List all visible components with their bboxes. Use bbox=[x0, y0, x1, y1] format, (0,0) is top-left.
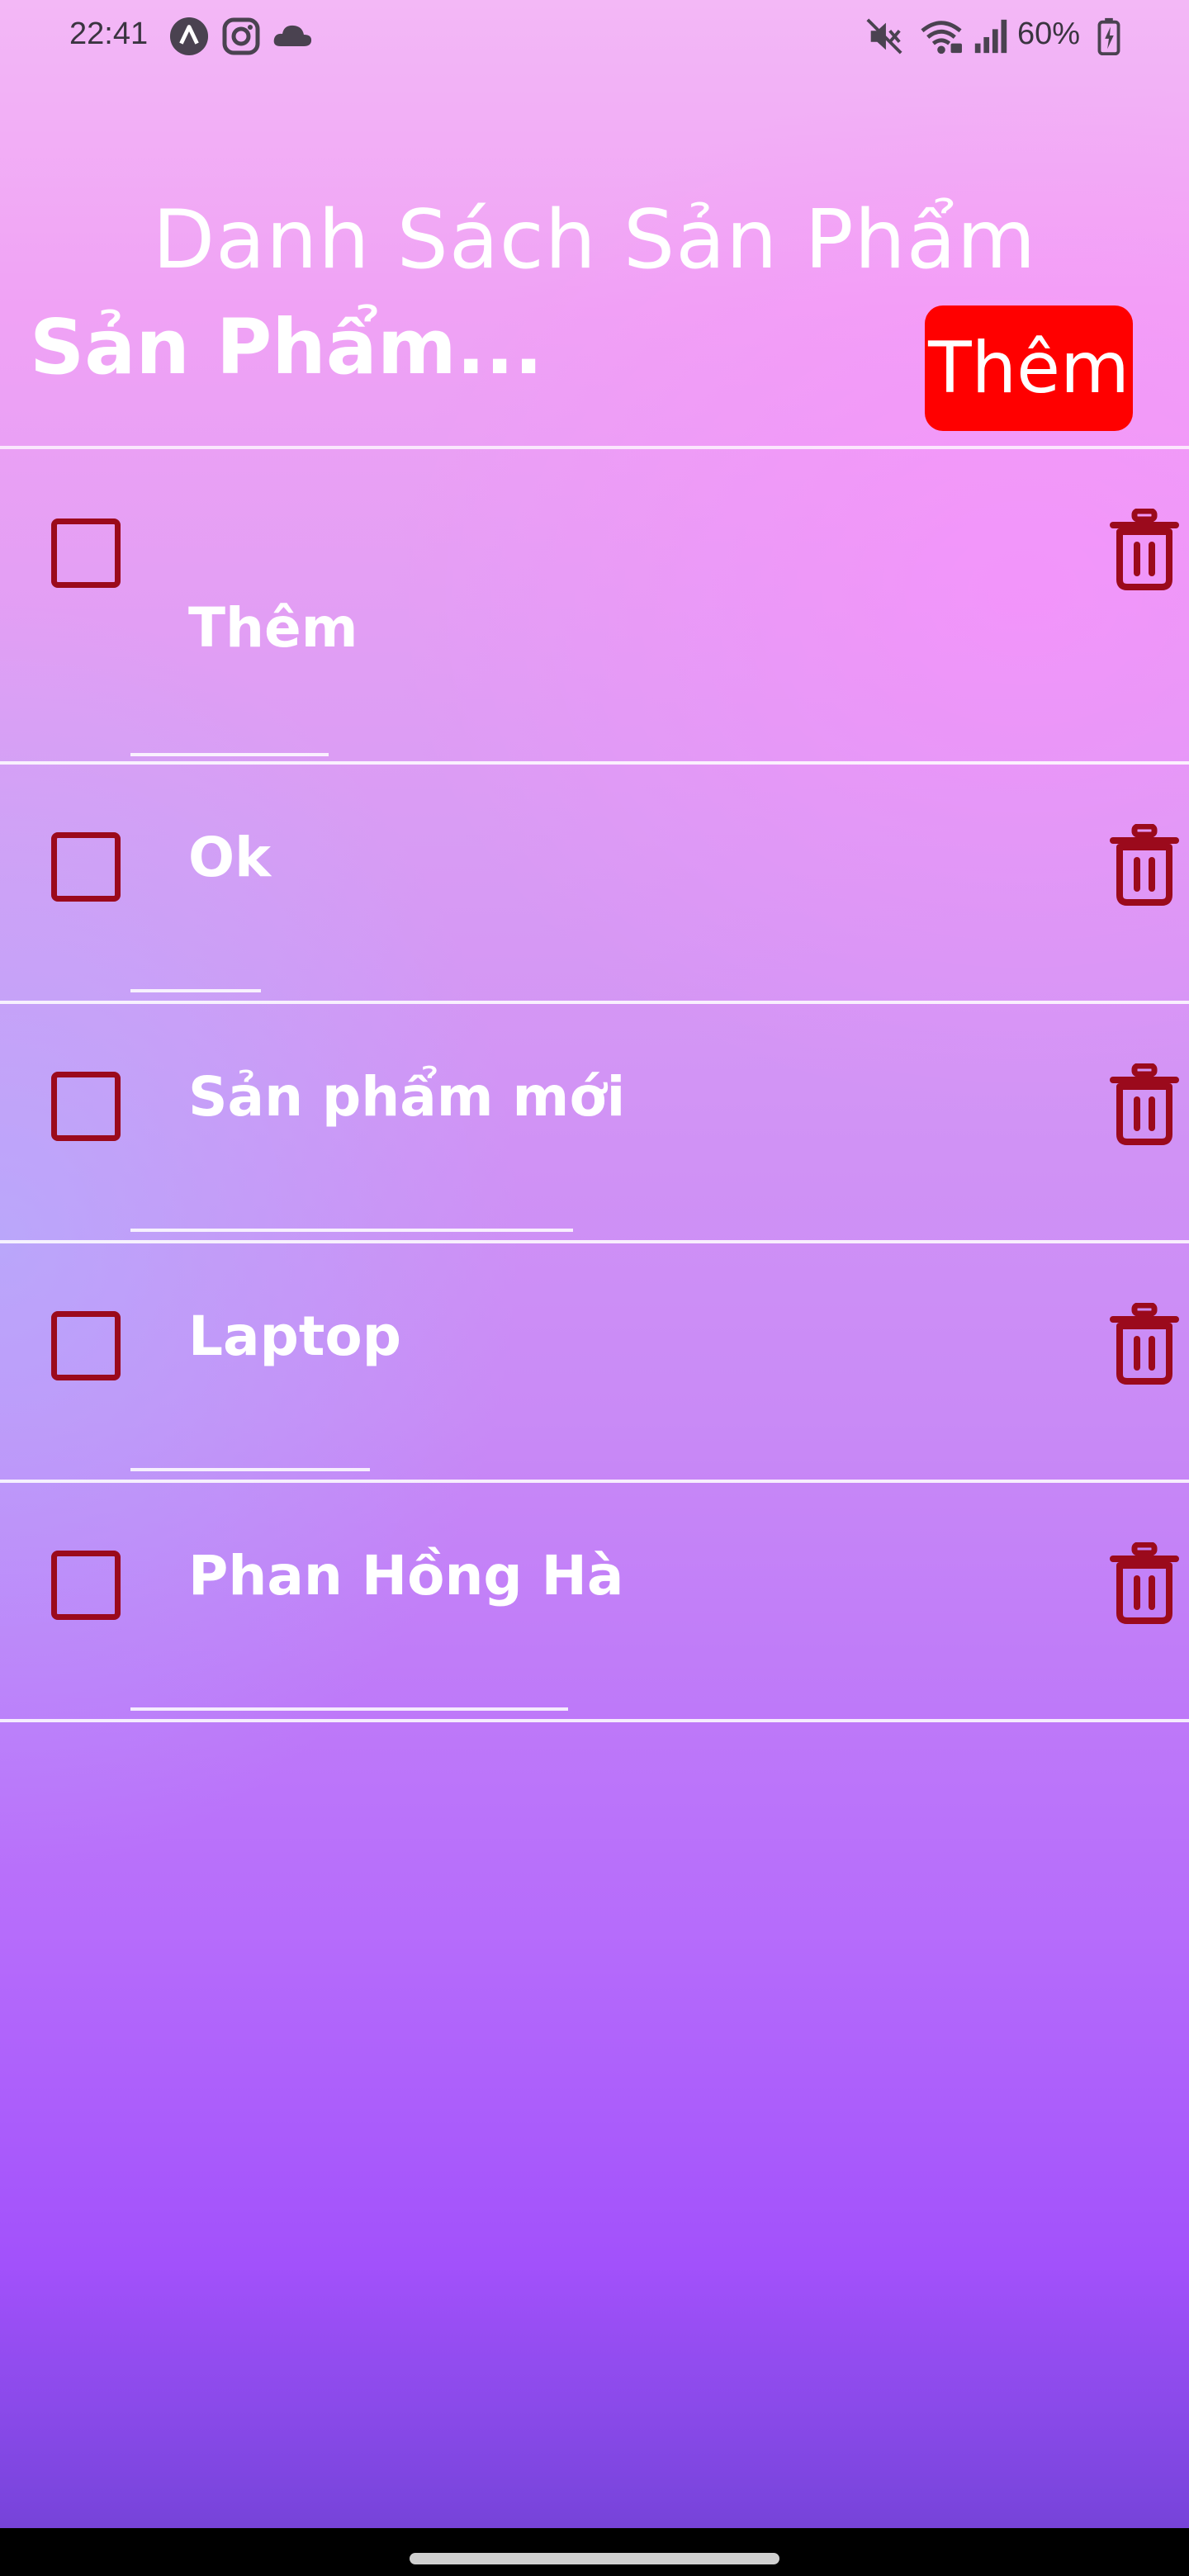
battery-percent: 60% bbox=[1017, 17, 1081, 51]
list-item: Ok bbox=[0, 765, 1189, 1004]
item-checkbox[interactable] bbox=[51, 1311, 121, 1380]
mute-icon bbox=[866, 18, 902, 54]
trash-icon[interactable] bbox=[1110, 1542, 1179, 1625]
home-indicator[interactable] bbox=[410, 2553, 779, 2564]
cloud-icon bbox=[273, 25, 312, 46]
trash-icon[interactable] bbox=[1110, 509, 1179, 591]
status-bar: 22:41 60% bbox=[0, 0, 1189, 76]
item-name[interactable]: Sản phẩm mới bbox=[188, 1065, 625, 1129]
item-checkbox[interactable] bbox=[51, 1072, 121, 1141]
page-title: Danh Sách Sản Phẩm bbox=[152, 192, 1037, 287]
item-checkbox[interactable] bbox=[51, 519, 121, 588]
item-checkbox[interactable] bbox=[51, 832, 121, 902]
item-underline bbox=[130, 753, 329, 756]
item-name[interactable]: Laptop bbox=[188, 1305, 401, 1368]
add-button[interactable]: Thêm bbox=[925, 305, 1133, 431]
product-list: Thêm Ok Sản phẩm mới Laptop Phan Hồng Hà bbox=[0, 449, 1189, 1722]
app-a-icon bbox=[169, 17, 209, 56]
list-item: Phan Hồng Hà bbox=[0, 1483, 1189, 1722]
item-underline bbox=[130, 989, 261, 992]
trash-icon[interactable] bbox=[1110, 824, 1179, 907]
list-item: Thêm bbox=[0, 449, 1189, 765]
item-underline bbox=[130, 1229, 573, 1232]
status-time: 22:41 bbox=[69, 17, 149, 51]
item-name[interactable]: Thêm bbox=[188, 596, 358, 660]
item-name[interactable]: Ok bbox=[188, 826, 271, 889]
wifi-icon bbox=[921, 21, 962, 54]
item-underline bbox=[130, 1707, 568, 1711]
trash-icon[interactable] bbox=[1110, 1303, 1179, 1385]
signal-icon bbox=[974, 19, 1007, 54]
navigation-bar bbox=[0, 2528, 1189, 2576]
list-item: Sản phẩm mới bbox=[0, 1004, 1189, 1243]
instagram-icon bbox=[222, 17, 260, 55]
product-name-input[interactable] bbox=[30, 297, 888, 396]
battery-charging-icon bbox=[1097, 17, 1120, 56]
item-name[interactable]: Phan Hồng Hà bbox=[188, 1544, 623, 1608]
item-checkbox[interactable] bbox=[51, 1551, 121, 1620]
trash-icon[interactable] bbox=[1110, 1063, 1179, 1146]
list-item: Laptop bbox=[0, 1243, 1189, 1483]
item-underline bbox=[130, 1468, 370, 1471]
